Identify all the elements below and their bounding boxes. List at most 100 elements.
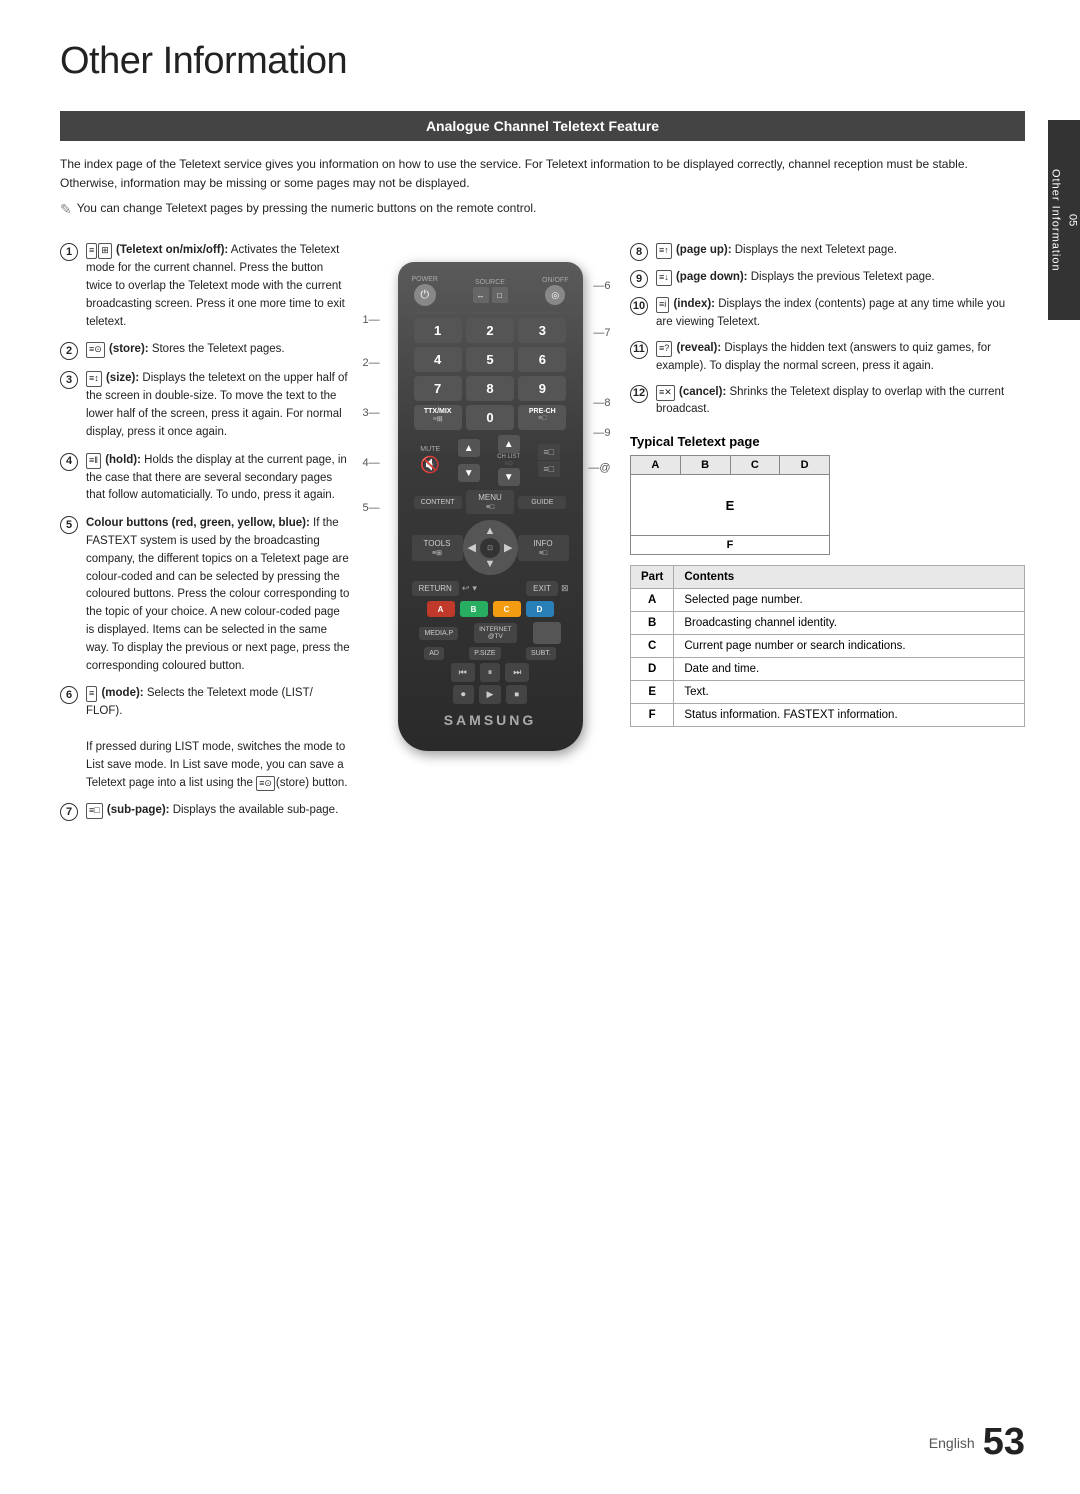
media-p-btn[interactable]: MEDIA.P bbox=[419, 627, 458, 640]
nav-circle[interactable]: ▲ ▼ ◀ ▶ ⊡ bbox=[463, 520, 518, 575]
right-bullet-num-9: 9 bbox=[630, 270, 648, 288]
btn-3[interactable]: 3 bbox=[518, 318, 566, 343]
ad-row: AD P.SIZE SUBT. bbox=[412, 647, 569, 660]
onoff-button[interactable]: ◎ bbox=[545, 285, 565, 305]
ad-btn[interactable]: AD bbox=[424, 647, 444, 660]
parts-table: Part Contents A Selected page number. B bbox=[630, 565, 1025, 727]
mute-label: MUTE bbox=[420, 446, 440, 453]
teletext-section: Typical Teletext page A B C D E F bbox=[630, 434, 1025, 727]
note-icon: ✎ bbox=[60, 201, 72, 218]
remote-top-row: POWER ⏻ SOURCE ↔ □ bbox=[406, 272, 575, 308]
teletext-top-row: A B C D bbox=[631, 456, 829, 475]
ch-up[interactable]: ▲ bbox=[498, 435, 520, 453]
ch-down[interactable]: ▼ bbox=[498, 468, 520, 486]
part-f: F bbox=[631, 704, 674, 727]
internet-btn[interactable]: INTERNET@TV bbox=[474, 623, 517, 643]
rewind-btn[interactable]: ⏮ bbox=[451, 663, 475, 682]
ch-with-list: ▲ CH LIST≡⊙ ▼ bbox=[497, 435, 520, 486]
btn-2[interactable]: 2 bbox=[466, 318, 514, 343]
bullet-num-4: 4 bbox=[60, 453, 78, 471]
right-bullet-list: 8 ≡↑ (page up): Displays the next Telete… bbox=[630, 242, 1025, 419]
btn-prech[interactable]: PRE-CH≡□ bbox=[518, 405, 566, 430]
part-a: A bbox=[631, 589, 674, 612]
teletext-cell-a: A bbox=[631, 456, 681, 474]
btn-8[interactable]: 8 bbox=[466, 376, 514, 401]
list-item: 5 Colour buttons (red, green, yellow, bl… bbox=[60, 515, 350, 675]
part-d: D bbox=[631, 658, 674, 681]
power-label: POWER bbox=[412, 276, 438, 283]
stop-btn[interactable]: ⏹ bbox=[506, 685, 527, 704]
section-header: Analogue Channel Teletext Feature bbox=[60, 111, 1025, 141]
table-row: A Selected page number. bbox=[631, 589, 1025, 612]
note-text: ✎ You can change Teletext pages by press… bbox=[60, 201, 1025, 218]
color-btn-d[interactable]: D bbox=[526, 601, 554, 617]
record-btn[interactable]: ⏺ bbox=[453, 685, 474, 704]
bullet-num-1: 1 bbox=[60, 243, 78, 261]
remote-control: POWER ⏻ SOURCE ↔ □ bbox=[398, 262, 583, 751]
tools-btn[interactable]: TOOLS≡⊞ bbox=[412, 535, 463, 561]
vol-down[interactable]: ▼ bbox=[458, 464, 480, 482]
mute-button[interactable]: 🔇 bbox=[420, 455, 440, 475]
nav-row: TOOLS≡⊞ ▲ ▼ ◀ ▶ ⊡ INFO≡□ bbox=[412, 517, 569, 578]
extra-btns: ≡□ ≡□ bbox=[538, 444, 560, 477]
btn-7[interactable]: 7 bbox=[414, 376, 462, 401]
return-area: RETURN ↩ ▾ bbox=[412, 581, 477, 596]
left-bullet-list: 1 ≡⊞ (Teletext on/mix/off): Activates th… bbox=[60, 242, 350, 821]
contents-d: Date and time. bbox=[674, 658, 1025, 681]
list-item: 7 ≡□ (sub-page): Displays the available … bbox=[60, 802, 350, 821]
right-bullet-num-8: 8 bbox=[630, 243, 648, 261]
color-btn-c[interactable]: C bbox=[493, 601, 521, 617]
menu-btn[interactable]: MENU≡□ bbox=[466, 490, 514, 514]
footer-num: 53 bbox=[983, 1421, 1025, 1464]
extra-btn-1[interactable]: ≡□ bbox=[538, 444, 560, 460]
part-b: B bbox=[631, 612, 674, 635]
table-row: C Current page number or search indicati… bbox=[631, 635, 1025, 658]
vol-ch-row: MUTE 🔇 ▲ ▼ ▲ CH LIST≡⊙ ▼ bbox=[412, 435, 569, 486]
right-column: 8 ≡↑ (page up): Displays the next Telete… bbox=[630, 242, 1025, 831]
source-btn[interactable]: ↔ bbox=[473, 287, 489, 303]
return-exit-row: RETURN ↩ ▾ EXIT ⊠ bbox=[412, 581, 569, 596]
exit-area: EXIT ⊠ bbox=[526, 581, 568, 596]
pause-btn[interactable]: ⏸ bbox=[480, 663, 501, 682]
subt-btn[interactable]: SUBT. bbox=[526, 647, 556, 660]
bullet-num-2: 2 bbox=[60, 342, 78, 360]
page-title: Other Information bbox=[60, 40, 1025, 83]
table-row: E Text. bbox=[631, 681, 1025, 704]
return-btn[interactable]: RETURN bbox=[412, 581, 459, 596]
power-button[interactable]: ⏻ bbox=[414, 284, 436, 306]
teletext-cell-d: D bbox=[780, 456, 829, 474]
list-item: 3 ≡↕ (size): Displays the teletext on th… bbox=[60, 370, 350, 441]
color-btn-b[interactable]: B bbox=[460, 601, 488, 617]
source-btn2[interactable]: □ bbox=[492, 287, 508, 303]
psize-btn[interactable]: P.SIZE bbox=[469, 647, 500, 660]
list-item: 9 ≡↓ (page down): Displays the previous … bbox=[630, 269, 1025, 288]
btn-0[interactable]: 0 bbox=[466, 405, 514, 430]
right-bullet-num-12: 12 bbox=[630, 385, 648, 403]
ffwd-btn[interactable]: ⏭ bbox=[505, 663, 529, 682]
info-btn[interactable]: INFO≡□ bbox=[518, 535, 569, 561]
btn-4[interactable]: 4 bbox=[414, 347, 462, 372]
exit-btn[interactable]: EXIT bbox=[526, 581, 558, 596]
btn-ttx[interactable]: TTX/MIX≡⊞ bbox=[414, 405, 462, 430]
color-btn-a[interactable]: A bbox=[427, 601, 455, 617]
contents-e: Text. bbox=[674, 681, 1025, 704]
btn-6[interactable]: 6 bbox=[518, 347, 566, 372]
play-btn[interactable]: ▶ bbox=[479, 685, 502, 704]
btn-5[interactable]: 5 bbox=[466, 347, 514, 372]
content-btn[interactable]: CONTENT bbox=[414, 496, 462, 509]
btn-1[interactable]: 1 bbox=[414, 318, 462, 343]
btn-9[interactable]: 9 bbox=[518, 376, 566, 401]
smart-hub-btn[interactable] bbox=[533, 622, 561, 644]
guide-btn[interactable]: GUIDE bbox=[518, 496, 566, 509]
ch-list-label: CH LIST≡⊙ bbox=[497, 454, 520, 467]
bullet-num-7: 7 bbox=[60, 803, 78, 821]
nav-ok[interactable]: ⊡ bbox=[480, 538, 500, 558]
extra-btn-2[interactable]: ≡□ bbox=[538, 461, 560, 477]
vol-up[interactable]: ▲ bbox=[458, 439, 480, 457]
remote-container: 1— 2— 3— 4— 5— POWER ⏻ bbox=[380, 242, 600, 831]
bullet-num-5: 5 bbox=[60, 516, 78, 534]
intro-text: The index page of the Teletext service g… bbox=[60, 155, 1025, 193]
color-buttons: A B C D bbox=[414, 601, 567, 617]
teletext-cell-c: C bbox=[731, 456, 781, 474]
list-item: 1 ≡⊞ (Teletext on/mix/off): Activates th… bbox=[60, 242, 350, 331]
